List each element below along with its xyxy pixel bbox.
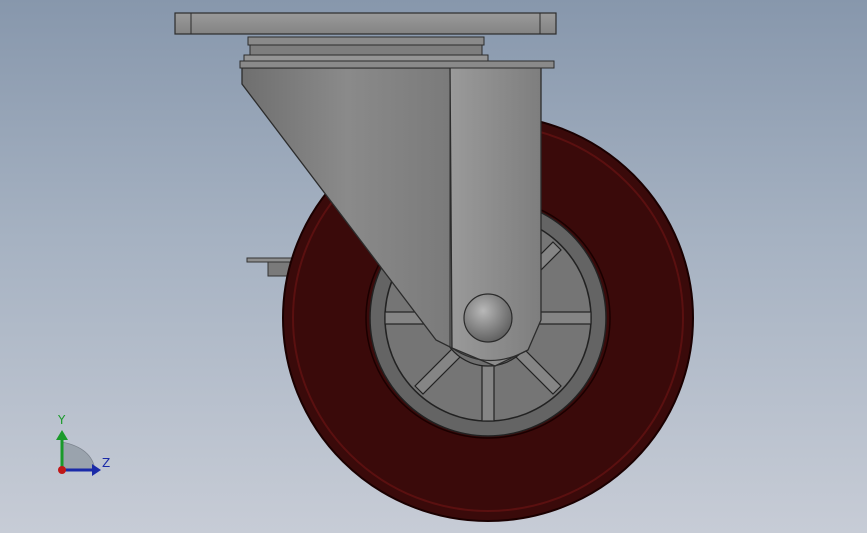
top-mounting-plate bbox=[174, 12, 557, 35]
brake-lever bbox=[246, 257, 293, 277]
axis-z-label: Z bbox=[102, 456, 111, 470]
axle-nut bbox=[463, 293, 513, 343]
caster-model[interactable] bbox=[0, 0, 867, 533]
coordinate-triad bbox=[56, 430, 101, 476]
graphics-viewport[interactable]: Y Z bbox=[0, 0, 867, 533]
x-axis-origin bbox=[58, 466, 66, 474]
swivel-bearing bbox=[239, 36, 555, 69]
axis-y-label: Y bbox=[58, 413, 66, 427]
